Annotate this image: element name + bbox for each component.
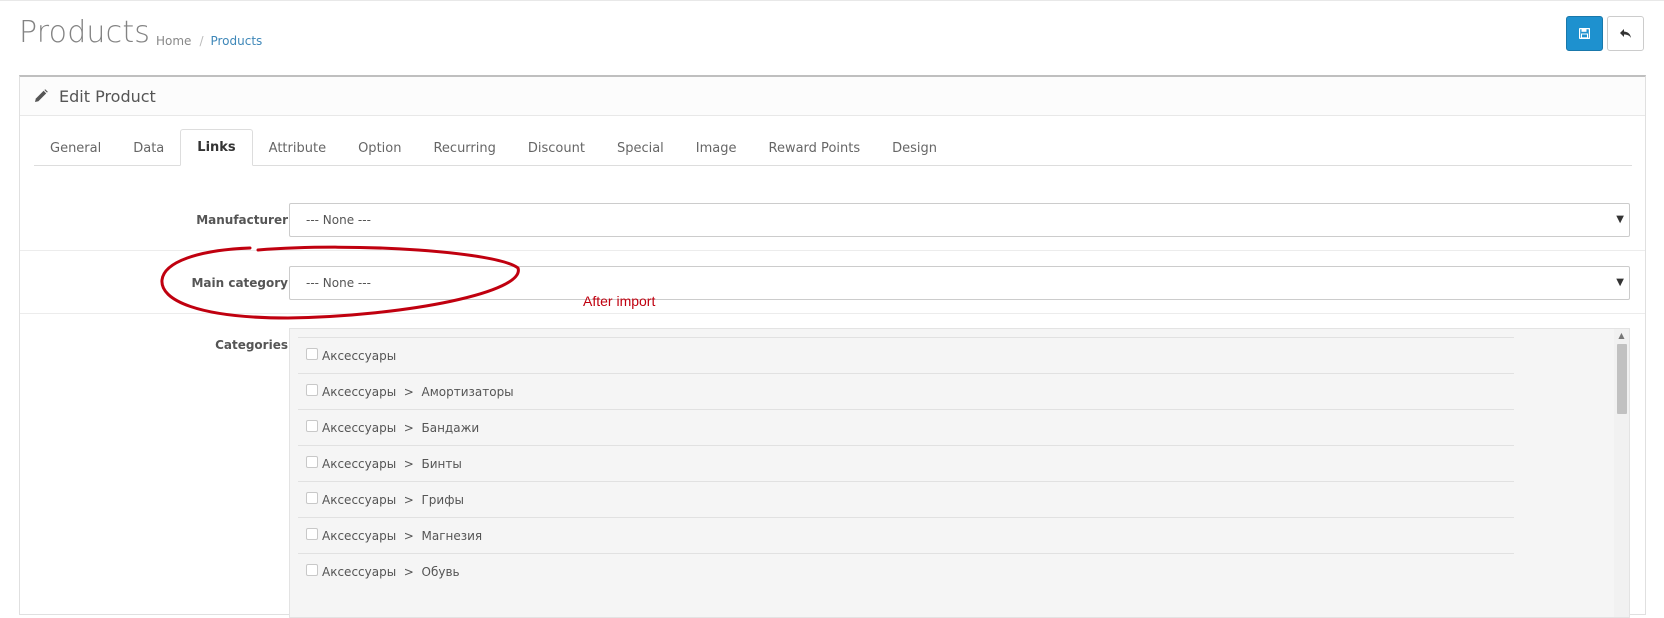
tab-image[interactable]: Image <box>680 131 753 165</box>
breadcrumb-separator: / <box>199 34 204 48</box>
category-item-label: Аксессуары > Грифы <box>322 492 464 507</box>
breadcrumb: Home / Products <box>156 34 262 48</box>
category-checkbox-item[interactable]: Аксессуары <box>298 337 1514 373</box>
category-item-label: Аксессуары <box>322 348 397 363</box>
tab-recurring[interactable]: Recurring <box>417 131 511 165</box>
save-icon <box>1579 28 1590 39</box>
back-button[interactable] <box>1607 16 1644 51</box>
category-item-label: Аксессуары > Магнезия <box>322 528 483 543</box>
page-header: Products Home / Products <box>19 14 1644 64</box>
page-title: Products <box>19 15 151 50</box>
save-button[interactable] <box>1566 16 1603 51</box>
category-checkbox-item[interactable]: Аксессуары > Обувь <box>298 553 1514 589</box>
categories-label: Categories <box>215 338 288 352</box>
category-item-label: Аксессуары > Бинты <box>322 456 462 471</box>
tab-general[interactable]: General <box>34 131 117 165</box>
checkbox[interactable] <box>306 383 318 396</box>
panel-heading: Edit Product <box>20 77 1645 116</box>
breadcrumb-products-link[interactable]: Products <box>210 34 262 48</box>
checkbox[interactable] <box>306 527 318 540</box>
annotation-text: After import <box>583 293 656 309</box>
category-item-label: Аксессуары > Бандажи <box>322 420 480 435</box>
category-checkbox-item[interactable]: Аксессуары > Магнезия <box>298 517 1514 553</box>
edit-product-panel: Edit Product General Data Links Attribut… <box>19 75 1646 618</box>
checkbox[interactable] <box>306 563 318 576</box>
manufacturer-select-value: --- None --- <box>306 213 371 227</box>
manufacturer-label: Manufacturer <box>196 213 288 227</box>
tab-discount[interactable]: Discount <box>512 131 601 165</box>
category-checkbox-item[interactable]: Аксессуары > Грифы <box>298 481 1514 517</box>
manufacturer-select[interactable]: --- None --- ▼ <box>289 203 1630 237</box>
categories-scrollbar[interactable]: ▲ <box>1614 329 1629 617</box>
category-item-label: Аксессуары > Обувь <box>322 564 460 579</box>
reply-icon <box>1620 29 1631 38</box>
tab-design[interactable]: Design <box>876 131 953 165</box>
checkbox[interactable] <box>306 455 318 468</box>
categories-checkbox-list[interactable]: Аксессуары Аксессуары > Амортизаторы Акс… <box>289 328 1630 618</box>
category-checkbox-item[interactable]: Аксессуары > Бинты <box>298 445 1514 481</box>
checkbox[interactable] <box>306 419 318 432</box>
category-item-label: Аксессуары > Амортизаторы <box>322 384 514 399</box>
chevron-down-icon: ▼ <box>1616 277 1624 288</box>
categories-items: Аксессуары Аксессуары > Амортизаторы Акс… <box>298 337 1514 589</box>
checkbox[interactable] <box>306 347 318 360</box>
annotation-ellipse <box>160 245 520 320</box>
tab-attribute[interactable]: Attribute <box>253 131 342 165</box>
top-border-line <box>0 0 1664 1</box>
category-checkbox-item[interactable]: Аксессуары > Бандажи <box>298 409 1514 445</box>
checkbox[interactable] <box>306 491 318 504</box>
tab-links[interactable]: Links <box>180 129 253 166</box>
tab-special[interactable]: Special <box>601 131 680 165</box>
tab-reward-points[interactable]: Reward Points <box>753 131 877 165</box>
tab-data[interactable]: Data <box>117 131 180 165</box>
category-checkbox-item[interactable]: Аксессуары > Амортизаторы <box>298 373 1514 409</box>
scrollbar-thumb[interactable] <box>1617 344 1627 414</box>
breadcrumb-home-link[interactable]: Home <box>156 34 191 48</box>
chevron-down-icon: ▼ <box>1616 214 1624 225</box>
panel-heading-text: Edit Product <box>59 86 156 106</box>
product-tabs: General Data Links Attribute Option Recu… <box>34 129 1632 166</box>
scroll-up-arrow-icon[interactable]: ▲ <box>1614 331 1629 341</box>
tab-option[interactable]: Option <box>342 131 417 165</box>
pencil-icon <box>34 89 49 104</box>
